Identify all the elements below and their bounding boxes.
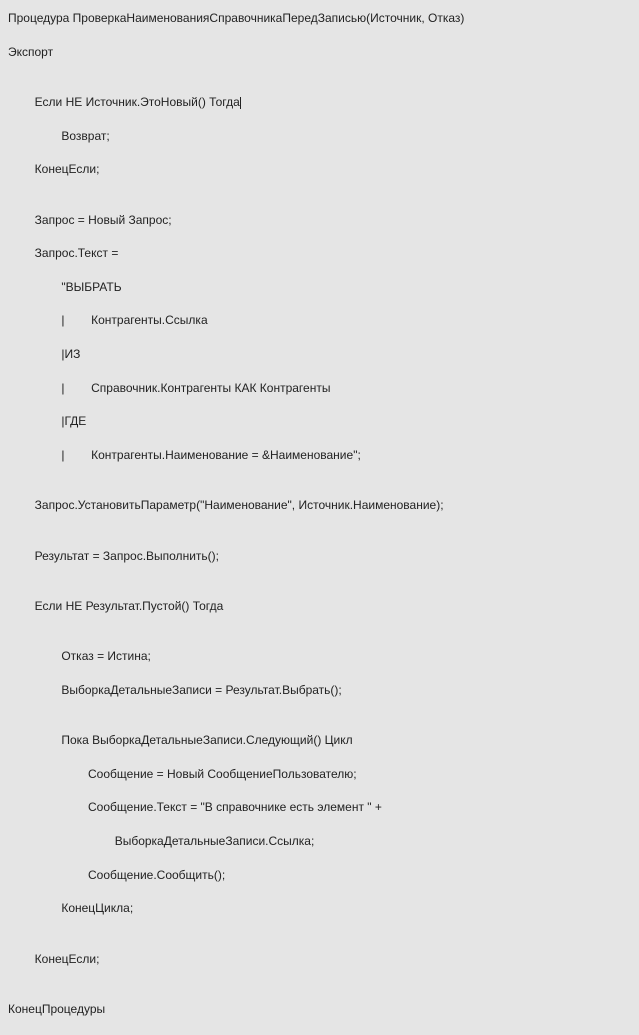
code-line: Если НЕ Результат.Пустой() Тогда [8,598,631,615]
code-line: Экспорт [8,44,631,61]
code-line: | Справочник.Контрагенты КАК Контрагенты [8,380,631,397]
code-line: Запрос.УстановитьПараметр("Наименование"… [8,497,631,514]
code-line: КонецЕсли; [8,161,631,178]
code-text: Если НЕ Источник.ЭтоНовый() Тогда [8,95,240,109]
code-line: КонецПроцедуры [8,1001,631,1018]
code-line: Процедура ПроверкаНаименованияСправочник… [8,10,631,27]
code-line: |ИЗ [8,346,631,363]
code-line: Возврат; [8,128,631,145]
code-line: Сообщение.Сообщить(); [8,867,631,884]
code-line: ВыборкаДетальныеЗаписи.Ссылка; [8,833,631,850]
code-line: Пока ВыборкаДетальныеЗаписи.Следующий() … [8,732,631,749]
code-line: Сообщение.Текст = "В справочнике есть эл… [8,799,631,816]
code-line-with-cursor: Если НЕ Источник.ЭтоНовый() Тогда [8,94,631,111]
code-block: Процедура ПроверкаНаименованияСправочник… [8,10,631,1035]
code-line: Сообщение = Новый СообщениеПользователю; [8,766,631,783]
code-line: ВыборкаДетальныеЗаписи = Результат.Выбра… [8,682,631,699]
text-cursor [240,97,241,109]
code-line: Результат = Запрос.Выполнить(); [8,548,631,565]
code-line: | Контрагенты.Ссылка [8,312,631,329]
code-line: |ГДЕ [8,413,631,430]
code-line: Запрос = Новый Запрос; [8,212,631,229]
code-line: КонецЦикла; [8,900,631,917]
code-line: Отказ = Истина; [8,648,631,665]
code-line: | Контрагенты.Наименование = &Наименован… [8,447,631,464]
code-line: Запрос.Текст = [8,245,631,262]
code-line: "ВЫБРАТЬ [8,279,631,296]
code-line: КонецЕсли; [8,951,631,968]
